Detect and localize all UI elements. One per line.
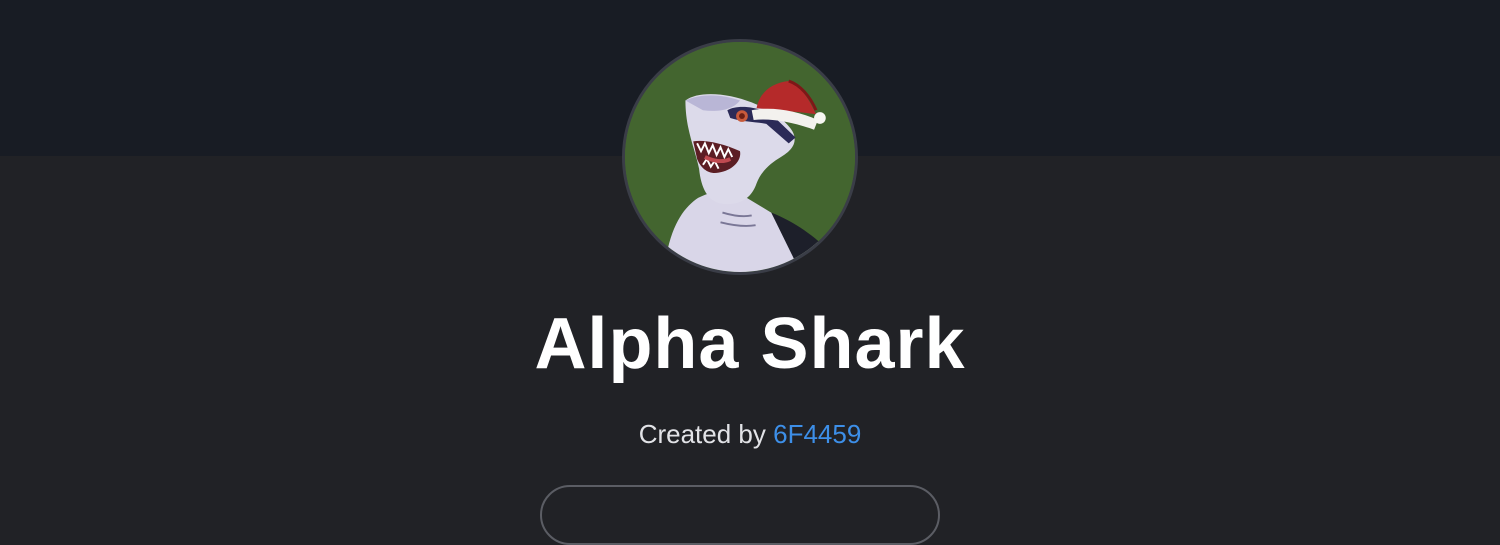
collection-title: Alpha Shark bbox=[534, 304, 966, 384]
creator-link[interactable]: 6F4459 bbox=[773, 419, 861, 449]
action-button[interactable] bbox=[540, 485, 940, 545]
collection-avatar bbox=[622, 39, 858, 275]
created-by-label: Created by bbox=[638, 419, 766, 449]
created-by-line: Created by 6F4459 bbox=[0, 418, 1500, 450]
shark-avatar-icon bbox=[625, 42, 855, 272]
